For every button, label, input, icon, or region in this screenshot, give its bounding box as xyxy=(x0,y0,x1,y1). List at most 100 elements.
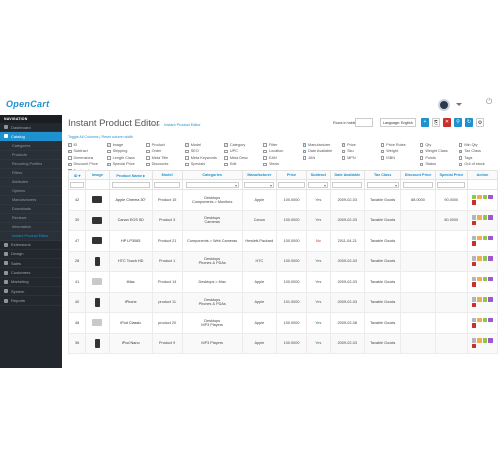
column-toggle[interactable]: ✓ Tax Class xyxy=(458,149,498,155)
sidebar-subitem[interactable]: Attributes xyxy=(0,177,62,187)
product-subtract[interactable]: Yes xyxy=(306,291,331,313)
sidebar-item-marketing[interactable]: Marketing xyxy=(0,278,62,288)
edit-button[interactable] xyxy=(477,256,482,261)
product-tax-class[interactable]: Taxable Goods xyxy=(363,271,402,293)
filter-select[interactable] xyxy=(308,181,329,188)
column-toggle[interactable] xyxy=(303,162,342,168)
settings-button[interactable]: ⚙ xyxy=(476,118,484,127)
column-toggle[interactable]: Points xyxy=(419,155,459,161)
copy-button[interactable] xyxy=(482,235,488,241)
checkbox[interactable] xyxy=(419,156,424,160)
delete-button[interactable] xyxy=(471,261,477,267)
product-price[interactable]: 100.0000 xyxy=(276,230,308,252)
column-toggle[interactable]: ISBN xyxy=(380,155,420,161)
delete-button[interactable]: ✕ xyxy=(443,118,451,127)
checkbox[interactable] xyxy=(458,156,463,160)
product-thumbnail[interactable] xyxy=(94,256,100,266)
product-tax-class[interactable]: Taxable Goods xyxy=(363,332,402,354)
copy-button[interactable]: ⎘ xyxy=(432,118,440,127)
column-toggle[interactable]: Min Qty xyxy=(458,142,498,148)
checkbox[interactable] xyxy=(224,156,228,160)
product-discount-price[interactable] xyxy=(400,271,436,293)
sidebar-subitem[interactable]: Filters xyxy=(0,168,62,178)
product-subtract[interactable]: No xyxy=(306,230,331,252)
product-categories[interactable]: Desktops MP3 Players xyxy=(181,312,243,334)
checkbox[interactable] xyxy=(107,149,111,153)
column-toggle[interactable]: Meta Keywords xyxy=(185,155,224,161)
column-header[interactable]: Action xyxy=(466,170,499,180)
view-button[interactable] xyxy=(471,194,477,200)
checkbox[interactable] xyxy=(146,149,150,153)
column-toggle[interactable]: Out of stock xyxy=(458,162,498,168)
edit-button[interactable] xyxy=(477,194,482,200)
copy-button[interactable] xyxy=(482,194,488,200)
checkbox[interactable] xyxy=(380,156,385,160)
column-toggle[interactable]: Price Rules xyxy=(380,142,420,148)
sidebar-item-system[interactable]: System xyxy=(0,287,62,297)
product-price[interactable]: 101.0000 xyxy=(276,291,308,313)
product-thumbnail[interactable] xyxy=(92,196,103,204)
product-tax-class[interactable]: Taxable Goods xyxy=(363,250,402,272)
checkbox[interactable]: ✓ xyxy=(68,143,72,147)
edit-button[interactable] xyxy=(477,276,482,282)
product-manufacturer[interactable]: Apple xyxy=(241,271,278,293)
column-toggle[interactable]: Tags xyxy=(458,155,498,161)
delete-button[interactable] xyxy=(471,343,477,349)
product-date[interactable]: 2009-02-03 xyxy=(329,250,365,272)
product-categories[interactable]: Desktops Components > Monitors xyxy=(181,189,243,211)
copy-button[interactable] xyxy=(482,276,488,282)
table-row[interactable]: 30 Canon EOS 5D Product 3 Desktops Cameras C… xyxy=(67,209,499,231)
checkbox[interactable] xyxy=(419,143,424,147)
delete-button[interactable] xyxy=(471,323,477,328)
column-header[interactable]: Tax Class xyxy=(363,170,402,180)
product-manufacturer[interactable]: Apple xyxy=(241,312,278,334)
filter-input[interactable] xyxy=(332,181,363,188)
column-toggle[interactable]: Meta Title xyxy=(146,155,185,161)
product-tax-class[interactable]: Taxable Goods xyxy=(363,189,402,211)
product-price[interactable]: 100.0000 xyxy=(276,332,308,354)
product-date[interactable]: 2009-02-03 xyxy=(329,209,365,231)
checkbox[interactable] xyxy=(146,162,150,166)
table-row[interactable]: 42 Apple Cinema 30" Product 15 Desktops Com… xyxy=(67,189,499,211)
checkbox[interactable] xyxy=(302,156,307,160)
sidebar-item-sales[interactable]: Sales xyxy=(0,259,62,269)
checkbox[interactable] xyxy=(146,143,150,147)
product-special-price[interactable] xyxy=(434,312,468,334)
product-discount-price[interactable] xyxy=(400,250,436,272)
checkbox[interactable]: ✓ xyxy=(458,149,463,153)
column-toggle[interactable]: Weight xyxy=(380,149,420,155)
language-select[interactable]: Language: English xyxy=(380,118,416,127)
product-subtract[interactable]: Yes xyxy=(306,312,331,334)
sidebar-subitem[interactable]: Information xyxy=(0,222,62,232)
breadcrumb-current[interactable]: Instant Product Editor xyxy=(164,123,201,127)
column-toggle[interactable]: Views xyxy=(263,162,302,168)
checkbox[interactable] xyxy=(341,149,346,153)
column-toggle[interactable]: MPN xyxy=(341,155,381,161)
edit-button[interactable] xyxy=(477,235,482,241)
sidebar-subitem[interactable]: Categories xyxy=(0,141,62,151)
sidebar-subitem[interactable]: Recurring Profiles xyxy=(0,159,62,169)
product-name[interactable]: iPod Nano xyxy=(108,332,153,354)
filter-select[interactable] xyxy=(244,181,275,188)
product-discount-price[interactable]: 88.0000 xyxy=(400,189,436,211)
product-subtract[interactable]: Yes xyxy=(306,250,331,272)
sidebar-subitem[interactable]: Reviews xyxy=(0,213,62,223)
checkbox[interactable] xyxy=(185,149,189,153)
table-row[interactable]: 47 HP LP3065 Product 21 Components > Web Ca… xyxy=(67,230,499,252)
column-toggle[interactable]: Status xyxy=(419,162,459,168)
edit-button[interactable] xyxy=(477,297,482,302)
column-toggle[interactable]: Dimensions xyxy=(68,155,107,161)
sidebar-item-catalog[interactable]: Catalog xyxy=(0,132,62,142)
options-button[interactable] xyxy=(488,276,493,282)
filter-select[interactable] xyxy=(185,181,239,188)
table-row[interactable]: 28 HTC Touch HD Product 1 Desktops Phones &… xyxy=(67,250,499,272)
product-categories[interactable]: Desktops Cameras xyxy=(181,209,243,231)
product-discount-price[interactable] xyxy=(400,209,436,231)
sidebar-subitem[interactable]: Manufacturers xyxy=(0,195,62,205)
refresh-button[interactable]: ↻ xyxy=(465,118,473,127)
product-date[interactable]: 2009-02-03 xyxy=(329,332,365,354)
column-toggle[interactable]: Shipping xyxy=(107,149,146,155)
view-button[interactable] xyxy=(471,256,477,261)
product-tax-class[interactable]: Taxable Goods xyxy=(363,230,402,252)
product-discount-price[interactable] xyxy=(400,230,436,252)
